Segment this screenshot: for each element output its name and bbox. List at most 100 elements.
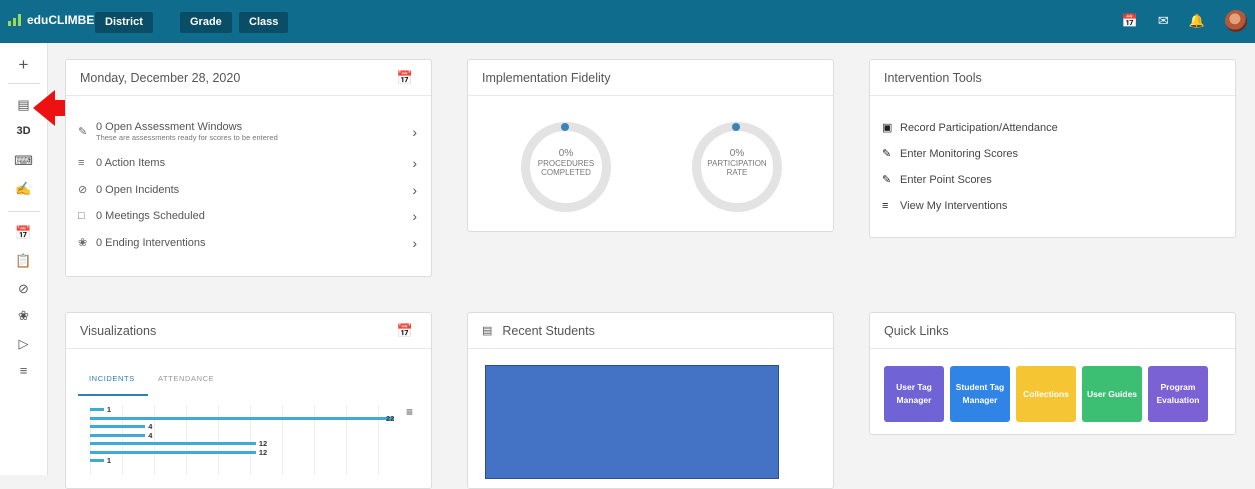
hands-icon[interactable]: ❀: [0, 308, 47, 324]
chevron-right-icon: ›: [412, 181, 417, 198]
visualizations-card: Visualizations 📅 INCIDENTS ATTENDANCE 12…: [65, 312, 432, 489]
open-assessment-windows-row[interactable]: ✎ 0 Open Assessment Windows These are as…: [78, 121, 417, 142]
bar-logo-icon: [8, 14, 21, 26]
overview-card: Monday, December 28, 2020 📅 ✎ 0 Open Ass…: [65, 59, 432, 277]
hands-icon: ❀: [78, 237, 88, 249]
nav-district-button[interactable]: District: [95, 12, 153, 33]
hand-icon[interactable]: ✍: [0, 181, 47, 197]
bell-icon[interactable]: 🔔: [1189, 13, 1205, 29]
chart-data-label: 1: [106, 405, 111, 414]
chevron-right-icon: ›: [412, 208, 417, 224]
meetings-scheduled-row[interactable]: □ 0 Meetings Scheduled ›: [78, 208, 417, 224]
quick-links-title: Quick Links: [884, 323, 949, 338]
nav-class-button[interactable]: Class: [239, 12, 289, 33]
quick-links-header: Quick Links: [870, 313, 1235, 349]
tool-label: Record Participation/Attendance: [900, 121, 1058, 134]
enter-monitoring-scores-link[interactable]: ✎ Enter Monitoring Scores: [882, 147, 1018, 161]
view-my-interventions-link[interactable]: ≡ View My Interventions: [882, 200, 1007, 212]
chart-bar: [90, 425, 146, 428]
calendar-icon: □: [78, 210, 85, 222]
list-item-label: 0 Meetings Scheduled: [96, 210, 205, 222]
visualizations-header: Visualizations 📅: [66, 313, 431, 349]
chart-data-label: 4: [148, 430, 153, 440]
gauge-label-line2: RATE: [726, 168, 748, 177]
chevron-right-icon: ›: [412, 123, 417, 140]
gauge-label-line2: COMPLETED: [541, 168, 591, 177]
user-tag-manager-button[interactable]: User Tag Manager: [884, 366, 944, 422]
chevron-right-icon: ›: [412, 234, 417, 251]
brand-name: eduCLIMBER: [27, 13, 103, 27]
list-item-subtext: These are assessments ready for scores t…: [96, 133, 278, 142]
sidebar-divider: [8, 211, 40, 212]
visualizations-title: Visualizations: [80, 323, 157, 338]
list-icon: ≡: [78, 157, 85, 169]
tool-label: Enter Monitoring Scores: [900, 147, 1018, 160]
sidebar-divider: [8, 83, 40, 84]
chart-bar: [90, 416, 394, 420]
keyboard-icon[interactable]: ⌨: [0, 153, 47, 169]
list-item-label: 0 Ending Interventions: [96, 236, 206, 249]
user-avatar[interactable]: [1225, 10, 1247, 32]
ending-interventions-row[interactable]: ❀ 0 Ending Interventions ›: [78, 234, 417, 251]
brand-logo[interactable]: eduCLIMBER: [8, 13, 103, 27]
enter-point-scores-link[interactable]: ✎ Enter Point Scores: [882, 173, 992, 187]
list-item-label: 0 Open Incidents: [96, 183, 180, 196]
overview-header: Monday, December 28, 2020 📅: [66, 60, 431, 96]
nav-grade-button[interactable]: Grade: [180, 12, 232, 33]
tool-label: View My Interventions: [900, 200, 1008, 212]
edit-icon: ✎: [882, 174, 892, 186]
recent-students-title: Recent Students: [502, 323, 595, 338]
mail-icon[interactable]: ✉: [1158, 13, 1169, 29]
recent-students-header: ▤ Recent Students: [468, 313, 833, 349]
record-participation-link[interactable]: ▣ Record Participation/Attendance: [882, 121, 1058, 135]
program-evaluation-button[interactable]: Program Evaluation: [1148, 366, 1208, 422]
redacted-student-list: [485, 365, 779, 479]
tools-title: Intervention Tools: [884, 70, 982, 85]
collections-button[interactable]: Collections: [1016, 366, 1076, 422]
gauge-label-line1: PROCEDURES: [537, 159, 595, 168]
tab-attendance[interactable]: ATTENDANCE: [158, 374, 214, 383]
tools-header: Intervention Tools: [870, 60, 1235, 96]
recent-students-card: ▤ Recent Students: [467, 312, 834, 489]
gauge-marker: [732, 123, 740, 131]
tag-icon[interactable]: ⊘: [0, 281, 47, 297]
send-icon[interactable]: ▷: [0, 336, 47, 352]
plus-icon[interactable]: +: [0, 55, 47, 75]
calendar-icon: ▣: [882, 122, 893, 134]
chart-bar: [90, 442, 256, 445]
chart-menu-icon[interactable]: ≡: [406, 405, 413, 419]
id-card-icon: ▤: [482, 325, 493, 337]
calendar-icon[interactable]: 📅: [1122, 13, 1138, 29]
participation-rate-gauge: 0% PARTICIPATION RATE: [692, 122, 782, 212]
list-icon: ≡: [882, 200, 889, 212]
open-incidents-row[interactable]: ⊘ 0 Open Incidents ›: [78, 181, 417, 198]
list-icon[interactable]: ≡: [0, 363, 47, 378]
gauge-value: 0%: [729, 148, 745, 159]
clipboard-icon[interactable]: 📋: [0, 253, 47, 269]
tag-icon: ⊘: [78, 184, 88, 196]
calendar-icon[interactable]: 📅: [397, 323, 413, 339]
edit-icon: ✎: [78, 126, 88, 138]
action-items-row[interactable]: ≡ 0 Action Items ›: [78, 155, 417, 171]
calendar-icon[interactable]: 📅: [0, 225, 47, 241]
edit-icon: ✎: [882, 148, 892, 160]
chart-bar: [90, 433, 146, 437]
tool-label: Enter Point Scores: [900, 173, 992, 186]
student-tag-manager-button[interactable]: Student Tag Manager: [950, 366, 1010, 422]
active-tab-indicator: [78, 394, 148, 396]
chevron-right-icon: ›: [412, 155, 417, 171]
user-guides-button[interactable]: User Guides: [1082, 366, 1142, 422]
tab-incidents[interactable]: INCIDENTS: [89, 374, 135, 383]
gauge-value: 0%: [558, 148, 574, 159]
chart-bar: [90, 408, 104, 411]
top-nav-bar: eduCLIMBER District Grade Class 📅 ✉ 🔔: [0, 0, 1255, 43]
fidelity-title: Implementation Fidelity: [482, 70, 611, 85]
list-item-label: 0 Action Items: [96, 157, 166, 169]
quick-links-card: Quick Links User Tag Manager Student Tag…: [869, 312, 1236, 435]
incidents-bar-chart: 1 22 4 4 12 12 1: [90, 405, 400, 475]
calendar-icon[interactable]: 📅: [397, 70, 413, 86]
implementation-fidelity-card: Implementation Fidelity 0% PROCEDURES CO…: [467, 59, 834, 232]
fidelity-header: Implementation Fidelity: [468, 60, 833, 96]
chart-bar: [90, 459, 104, 462]
overview-date: Monday, December 28, 2020: [80, 70, 241, 85]
